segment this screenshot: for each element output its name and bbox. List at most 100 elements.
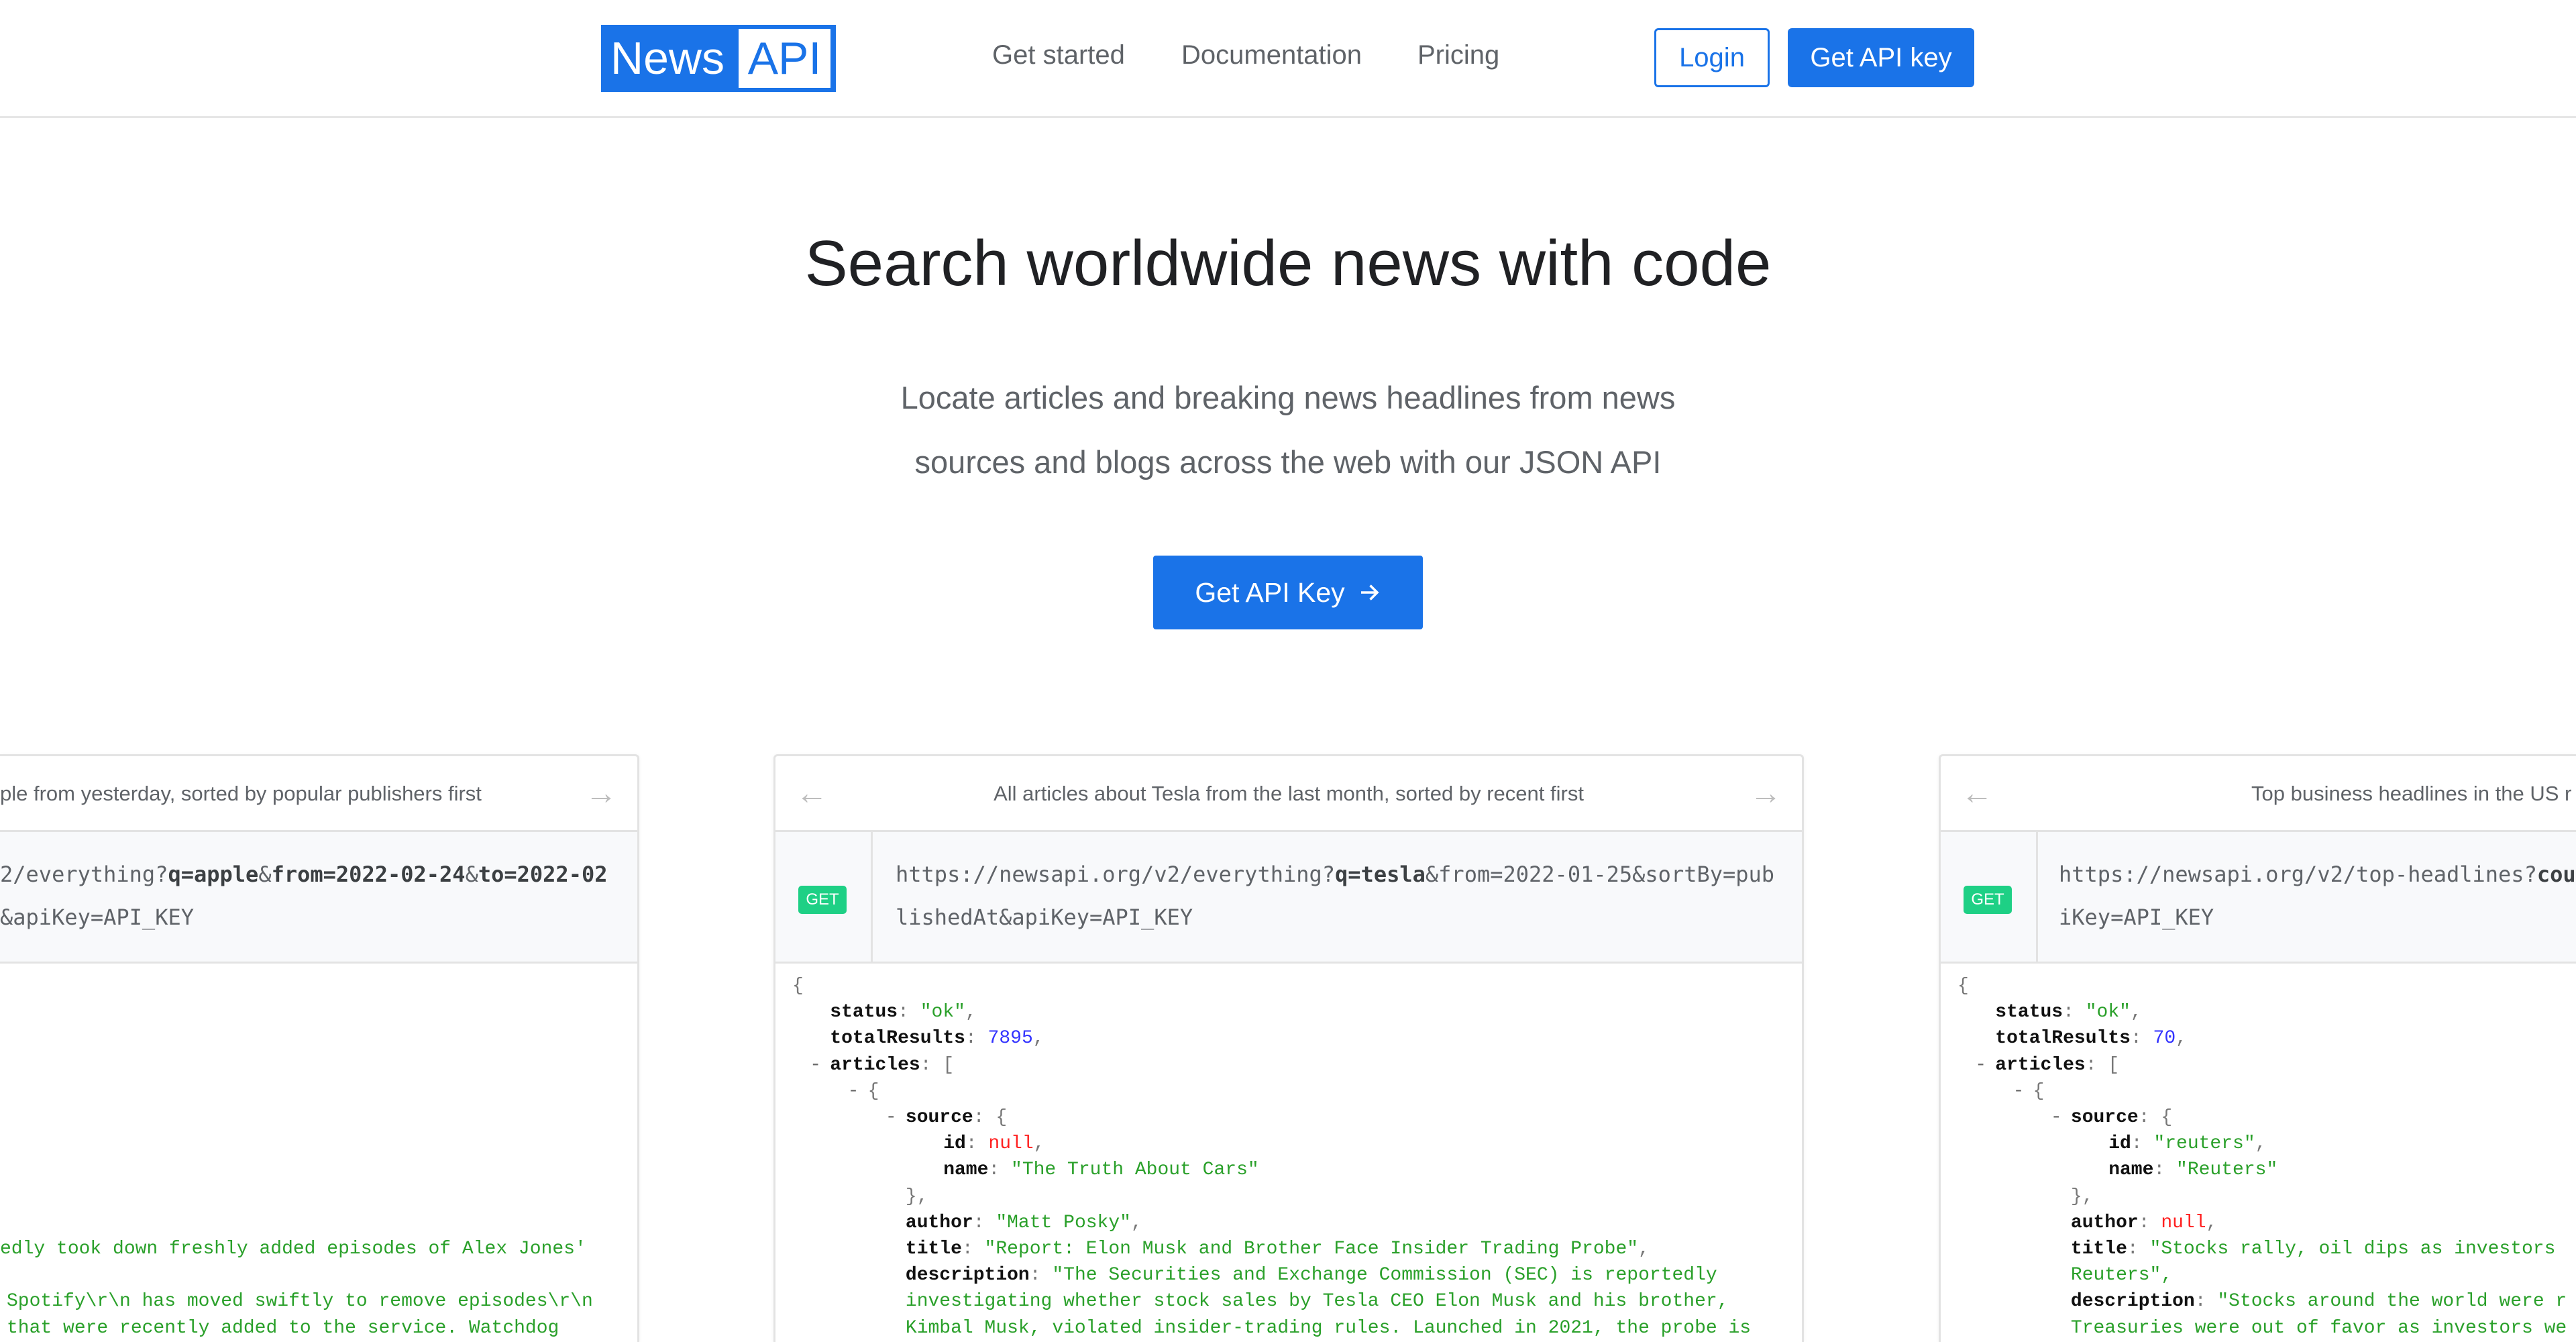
card-header: All articles about Tesla from the last m… [775, 756, 1802, 832]
json-colon: : [973, 1107, 996, 1128]
json-value: 70 [2153, 1028, 2176, 1049]
json-line: description: "Stocks around the world we… [2071, 1288, 2567, 1314]
json-colon: : [2153, 1159, 2177, 1181]
newsapi-logo[interactable]: News API [601, 25, 836, 92]
json-value: Reuters", [2070, 1265, 2173, 1286]
url-text: &apiKey=API_KEY [0, 905, 194, 930]
json-punct: , [2176, 1028, 2187, 1049]
nav-pricing[interactable]: Pricing [1417, 40, 1499, 70]
request-url-line[interactable]: iKey=API_KEY [2059, 905, 2214, 930]
json-value: Spotify\r\n has moved swiftly to remove … [7, 1291, 593, 1312]
json-line: edly took down freshly added episodes of… [0, 1236, 586, 1262]
json-line: name: "The Truth About Cars" [943, 1157, 1259, 1183]
json-line: Kimbal Musk, violated insider-trading ru… [906, 1315, 1751, 1341]
url-param: q=tesla [1335, 862, 1426, 887]
logo-news-text: News [610, 33, 725, 84]
url-text: 2/everything? [0, 862, 168, 887]
get-api-key-cta[interactable]: Get API Key [1153, 556, 1423, 629]
json-colon: : [2130, 1028, 2153, 1049]
request-url-line[interactable]: https://newsapi.org/v2/everything?q=tesl… [896, 862, 1774, 887]
nav-get-started[interactable]: Get started [992, 40, 1125, 70]
json-value: Treasuries were out of favor as investor… [2070, 1317, 2567, 1339]
json-colon: : [2138, 1107, 2161, 1128]
json-colon: : [2063, 1002, 2086, 1023]
card-title: ple from yesterday, sorted by popular pu… [0, 782, 482, 805]
json-key: description [2070, 1291, 2195, 1312]
json-line: id: "reuters", [2108, 1131, 2266, 1157]
json-line: investigating whether stock sales by Tes… [906, 1288, 1729, 1314]
collapse-toggle[interactable]: - [885, 1104, 897, 1131]
json-value: "ok" [2085, 1002, 2131, 1023]
json-value: "The Truth About Cars" [1011, 1159, 1259, 1181]
json-line: that were recently added to the service.… [7, 1315, 559, 1341]
json-line: { [792, 973, 804, 999]
json-punct: , [1638, 1239, 1650, 1259]
json-colon: : [920, 1054, 943, 1076]
json-key: articles [1995, 1054, 2086, 1076]
request-url-line[interactable]: &apiKey=API_KEY [0, 905, 194, 930]
json-value: "Stocks rally, oil dips as investors [2149, 1239, 2556, 1259]
url-text: & [465, 862, 478, 887]
request-url-line[interactable]: lishedAt&apiKey=API_KEY [896, 905, 1193, 930]
json-line: - source: { [885, 1104, 1008, 1131]
json-value: "Reuters" [2176, 1159, 2278, 1181]
get-api-key-button[interactable]: Get API key [1788, 28, 1974, 87]
json-value: null [988, 1133, 1034, 1155]
json-line: status: "ok", [830, 999, 976, 1025]
request-url-area: 2/everything?q=apple&from=2022-02-24&to=… [0, 832, 637, 964]
arrow-right-icon[interactable]: → [585, 775, 617, 813]
nav-documentation[interactable]: Documentation [1181, 40, 1362, 70]
json-key: title [2070, 1239, 2127, 1259]
json-value: that were recently added to the service.… [7, 1317, 559, 1339]
json-key: totalResults [830, 1028, 965, 1049]
arrow-left-icon[interactable]: ← [796, 775, 828, 813]
json-line: name: "Reuters" [2108, 1157, 2277, 1183]
json-punct: , [2206, 1212, 2218, 1233]
collapse-toggle[interactable]: - [810, 1052, 821, 1078]
json-bracket: { [867, 1080, 879, 1102]
json-line: - articles: [ [1975, 1052, 2119, 1078]
url-param: cou [2536, 862, 2576, 887]
card-title: Top business headlines in the US r [2251, 782, 2572, 805]
json-line: title: "Stocks rally, oil dips as invest… [2071, 1236, 2556, 1262]
arrow-right-icon[interactable]: → [1750, 775, 1782, 813]
request-url-area: GET https://newsapi.org/v2/everything?q=t… [775, 832, 1802, 964]
json-line: - source: { [2051, 1104, 2173, 1131]
json-bracket: }, [905, 1186, 928, 1207]
page-title: Search worldwide news with code [804, 227, 1772, 299]
request-url-line[interactable]: 2/everything?q=apple&from=2022-02-24&to=… [0, 862, 607, 887]
json-value: "Stocks around the world were r [2217, 1291, 2567, 1312]
json-line: id: null, [943, 1131, 1044, 1157]
collapse-toggle[interactable]: - [2013, 1078, 2025, 1104]
get-method-badge: GET [1964, 886, 2012, 914]
hero-subtitle-line: sources and blogs across the web with ou… [914, 444, 1662, 480]
json-colon: : [2138, 1212, 2161, 1233]
json-bracket: { [792, 976, 804, 996]
json-bracket: [ [943, 1054, 955, 1076]
json-value: Kimbal Musk, violated insider-trading ru… [905, 1317, 1752, 1339]
request-url-line[interactable]: https://newsapi.org/v2/top-headlines?cou [2059, 862, 2576, 887]
json-line: - articles: [ [810, 1052, 955, 1078]
arrow-left-icon[interactable]: ← [1961, 775, 1993, 813]
hero-subtitle: Locate articles and breaking news headli… [0, 366, 2576, 495]
json-colon: : [2085, 1054, 2108, 1076]
json-bracket: { [996, 1107, 1008, 1128]
json-bracket: { [2161, 1107, 2173, 1128]
json-value: "ok" [920, 1002, 965, 1023]
json-line: status: "ok", [1995, 999, 2141, 1025]
logo-api-text: API [739, 29, 830, 88]
json-line: { [1957, 973, 1969, 999]
collapse-toggle[interactable]: - [1975, 1052, 1986, 1078]
json-line: }, [906, 1184, 928, 1210]
json-key: description [905, 1265, 1030, 1286]
url-param: q=apple [168, 862, 259, 887]
url-text: https://newsapi.org/v2/top-headlines? [2059, 862, 2537, 887]
example-card: Top business headlines in the US r ← GET ht… [1939, 754, 2576, 1342]
json-line: totalResults: 70, [1995, 1025, 2187, 1051]
login-button[interactable]: Login [1654, 28, 1770, 87]
collapse-toggle[interactable]: - [2051, 1104, 2062, 1131]
json-colon: : [1029, 1265, 1053, 1286]
collapse-toggle[interactable]: - [848, 1078, 859, 1104]
json-line: title: "Report: Elon Musk and Brother Fa… [906, 1236, 1650, 1262]
json-key: title [905, 1239, 962, 1259]
